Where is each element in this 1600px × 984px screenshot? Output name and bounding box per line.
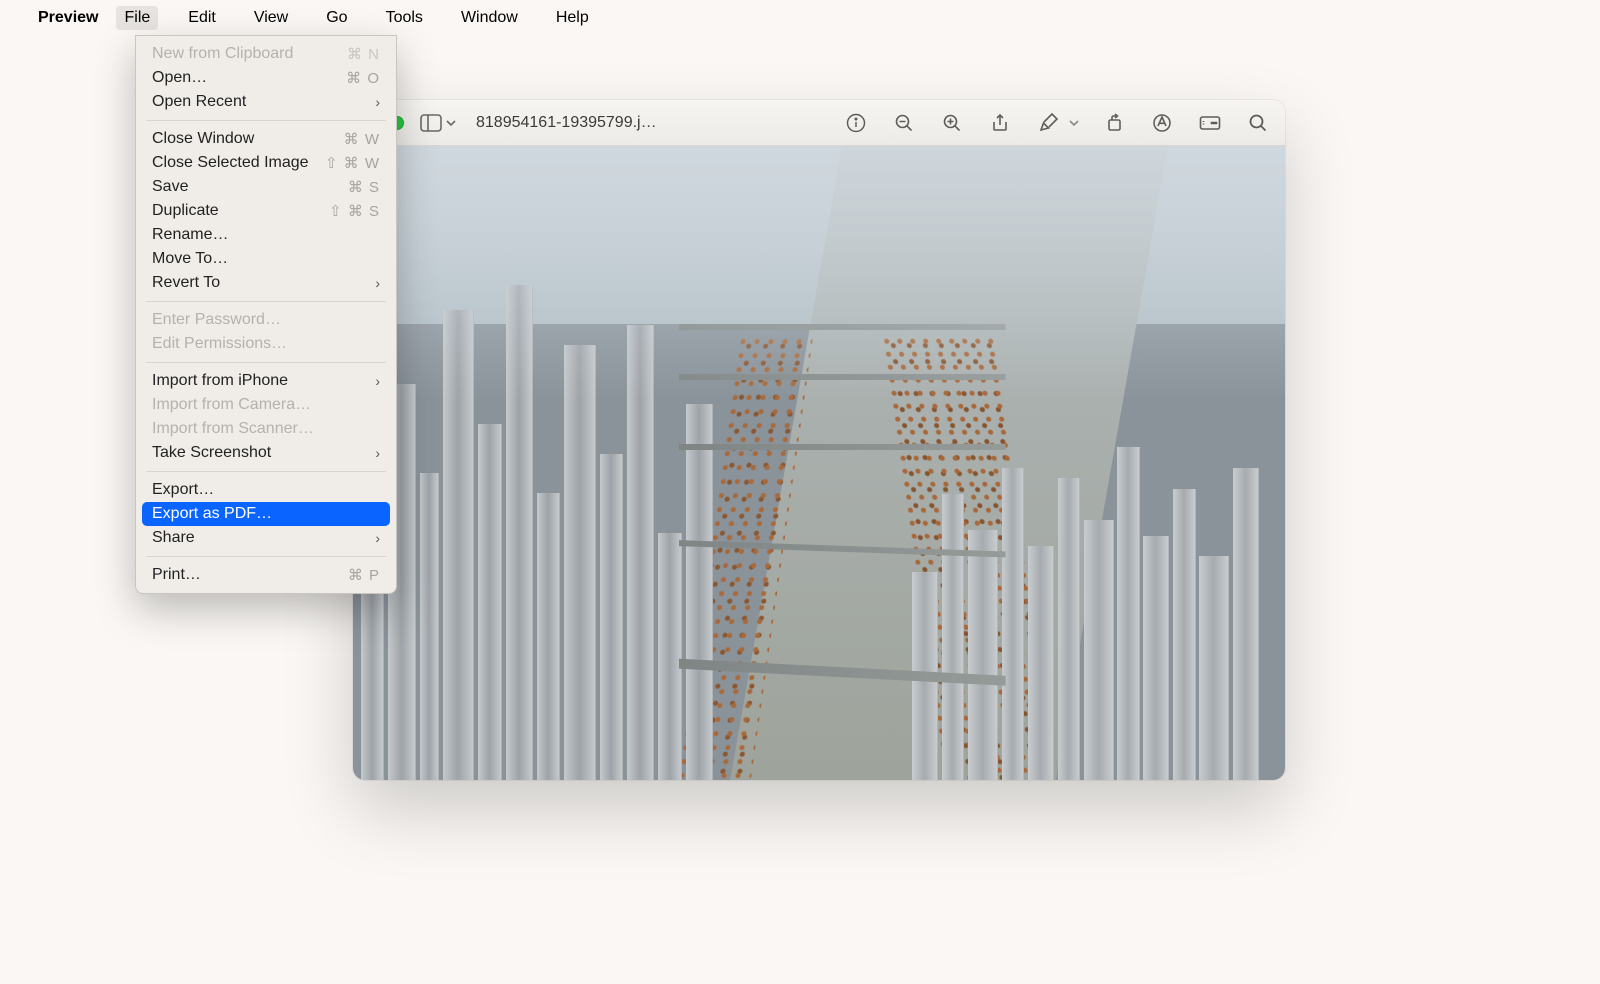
menu-item-label: Import from iPhone (152, 372, 288, 390)
menu-item-label: Move To… (152, 250, 228, 268)
menu-separator (146, 471, 386, 472)
menu-item-import-from-scanner: Import from Scanner… (142, 417, 390, 441)
toolbar (843, 110, 1271, 136)
menu-file[interactable]: File (116, 6, 158, 30)
menu-item-label: Import from Camera… (152, 396, 311, 414)
chevron-right-icon: › (375, 94, 380, 110)
menu-tools[interactable]: Tools (378, 6, 431, 30)
menu-item-rename[interactable]: Rename… (142, 223, 390, 247)
menu-item-duplicate[interactable]: Duplicate ⇧ ⌘ S (142, 199, 390, 223)
highlight-button[interactable] (1149, 110, 1175, 136)
menu-window[interactable]: Window (453, 6, 526, 30)
menu-item-label: Share (152, 529, 195, 547)
app-name[interactable]: Preview (38, 9, 98, 27)
menu-item-close-selected-image[interactable]: Close Selected Image ⇧ ⌘ W (142, 151, 390, 175)
menu-item-export-as-pdf[interactable]: Export as PDF… (142, 502, 390, 526)
info-button[interactable] (843, 110, 869, 136)
menu-item-enter-password: Enter Password… (142, 308, 390, 332)
markup-button[interactable] (1035, 110, 1061, 136)
rotate-button[interactable] (1101, 110, 1127, 136)
menubar: Preview File Edit View Go Tools Window H… (0, 0, 1600, 35)
menu-item-label: Rename… (152, 226, 228, 244)
menu-shortcut: ⌘ N (347, 45, 380, 63)
menu-item-label: New from Clipboard (152, 45, 293, 63)
menu-item-label: Close Selected Image (152, 154, 309, 172)
menu-item-label: Open Recent (152, 93, 246, 111)
menu-shortcut: ⌘ P (348, 566, 380, 584)
menu-separator (146, 556, 386, 557)
menu-item-label: Save (152, 178, 188, 196)
chevron-right-icon: › (375, 275, 380, 291)
menu-item-label: Open… (152, 69, 207, 87)
menu-item-take-screenshot[interactable]: Take Screenshot › (142, 441, 390, 465)
menu-separator (146, 120, 386, 121)
menu-item-label: Enter Password… (152, 311, 281, 329)
menu-edit[interactable]: Edit (180, 6, 224, 30)
search-button[interactable] (1245, 110, 1271, 136)
menu-help[interactable]: Help (548, 6, 597, 30)
share-button[interactable] (987, 110, 1013, 136)
menu-separator (146, 362, 386, 363)
file-menu-dropdown: New from Clipboard ⌘ N Open… ⌘ O Open Recent… (135, 35, 397, 594)
zoom-in-button[interactable] (939, 110, 965, 136)
menu-item-open-recent[interactable]: Open Recent › (142, 90, 390, 114)
menu-item-close-window[interactable]: Close Window ⌘ W (142, 127, 390, 151)
chevron-right-icon: › (375, 445, 380, 461)
menu-item-share[interactable]: Share › (142, 526, 390, 550)
menu-item-label: Import from Scanner… (152, 420, 314, 438)
zoom-out-button[interactable] (891, 110, 917, 136)
menu-item-import-from-camera: Import from Camera… (142, 393, 390, 417)
menu-item-edit-permissions: Edit Permissions… (142, 332, 390, 356)
titlebar[interactable]: 818954161-19395799.j… (353, 100, 1285, 146)
window-title: 818954161-19395799.j… (476, 114, 706, 132)
menu-item-label: Export… (152, 481, 214, 499)
menu-item-save[interactable]: Save ⌘ S (142, 175, 390, 199)
menu-item-label: Edit Permissions… (152, 335, 287, 353)
menu-shortcut: ⌘ S (348, 178, 380, 196)
menu-item-label: Take Screenshot (152, 444, 271, 462)
menu-item-revert-to[interactable]: Revert To › (142, 271, 390, 295)
menu-go[interactable]: Go (318, 6, 355, 30)
menu-item-print[interactable]: Print… ⌘ P (142, 563, 390, 587)
markup-dropdown-icon[interactable] (1069, 110, 1079, 136)
sidebar-toggle-button[interactable] (420, 114, 456, 132)
form-button[interactable] (1197, 110, 1223, 136)
menu-item-label: Duplicate (152, 202, 219, 220)
menu-shortcut: ⌘ O (346, 69, 380, 87)
menu-view[interactable]: View (246, 6, 296, 30)
preview-window: 818954161-19395799.j… (353, 100, 1285, 780)
menu-item-move-to[interactable]: Move To… (142, 247, 390, 271)
image-viewport[interactable] (353, 146, 1285, 780)
menu-shortcut: ⇧ ⌘ S (329, 202, 380, 220)
menu-item-open[interactable]: Open… ⌘ O (142, 66, 390, 90)
menu-item-label: Close Window (152, 130, 254, 148)
menu-shortcut: ⌘ W (344, 130, 380, 148)
menu-item-new-from-clipboard: New from Clipboard ⌘ N (142, 42, 390, 66)
menu-item-export[interactable]: Export… (142, 478, 390, 502)
menu-item-label: Revert To (152, 274, 220, 292)
menu-separator (146, 301, 386, 302)
menu-item-label: Print… (152, 566, 201, 584)
chevron-right-icon: › (375, 530, 380, 546)
menu-item-import-from-iphone[interactable]: Import from iPhone › (142, 369, 390, 393)
chevron-right-icon: › (375, 373, 380, 389)
menu-shortcut: ⇧ ⌘ W (325, 154, 380, 172)
menu-item-label: Export as PDF… (152, 505, 272, 523)
